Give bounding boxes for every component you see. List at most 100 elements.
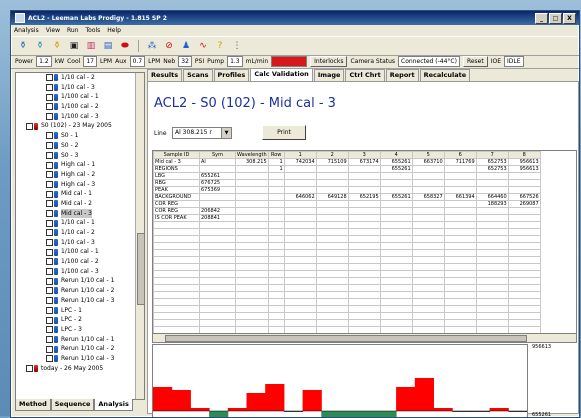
tree-item[interactable]: S0 (102) - 23 May 2005 [16, 121, 144, 131]
checkbox-icon[interactable] [46, 220, 53, 227]
tree-item[interactable]: High cal - 3 [16, 180, 144, 190]
table-row[interactable]: Mid cal - 3Al308.21517420347151096731746… [154, 159, 541, 166]
checkbox-icon[interactable] [26, 365, 33, 372]
column-header[interactable]: 8 [508, 152, 540, 159]
menu-analysis[interactable]: Analysis [14, 27, 39, 34]
checkbox-icon[interactable] [46, 268, 53, 275]
table-row[interactable]: RBG676725 [154, 180, 541, 187]
tree-item[interactable]: S0 - 1 [16, 131, 144, 141]
checkbox-icon[interactable] [46, 210, 53, 217]
checkbox-icon[interactable] [46, 113, 53, 120]
checkbox-icon[interactable] [46, 326, 53, 333]
tab-image[interactable]: Image [314, 69, 345, 81]
checkbox-icon[interactable] [26, 123, 33, 130]
checkbox-icon[interactable] [46, 229, 53, 236]
report-icon[interactable]: ▤ [102, 40, 114, 52]
spectrum-icon[interactable]: ⁂ [146, 40, 158, 52]
tree-item[interactable]: Rerun 1/10 cal - 1 [16, 335, 144, 345]
tree-item[interactable]: Mid cal - 3 [16, 209, 144, 219]
tab-profiles[interactable]: Profiles [214, 69, 250, 81]
minimize-button[interactable]: _ [535, 13, 548, 24]
tree-item[interactable]: Rerun 1/10 cal - 2 [16, 286, 144, 296]
grid-horizontal-scrollbar[interactable] [152, 333, 577, 343]
tree-item[interactable]: 1/10 cal - 3 [16, 238, 144, 248]
tree-item[interactable]: 1/100 cal - 1 [16, 92, 144, 102]
tree-item[interactable]: 1/10 cal - 1 [16, 218, 144, 228]
tab-calc-validation[interactable]: Calc Validation [250, 68, 313, 81]
tree-item[interactable]: today - 26 May 2005 [16, 364, 144, 374]
tree-item[interactable]: 1/100 cal - 1 [16, 247, 144, 257]
table-row[interactable]: COR REG206842 [154, 208, 541, 215]
tab-sequence[interactable]: Sequence [51, 399, 95, 411]
tab-report[interactable]: Report [386, 69, 419, 81]
checkbox-icon[interactable] [46, 152, 53, 159]
menu-view[interactable]: View [46, 27, 60, 34]
checkbox-icon[interactable] [46, 317, 53, 324]
checkbox-icon[interactable] [46, 287, 53, 294]
tree-item[interactable]: 1/100 cal - 2 [16, 257, 144, 267]
checkbox-icon[interactable] [46, 132, 53, 139]
checkbox-icon[interactable] [46, 142, 53, 149]
tree-item[interactable]: LPC - 1 [16, 306, 144, 316]
tab-analysis[interactable]: Analysis [94, 399, 132, 411]
column-header[interactable]: Row [268, 152, 284, 159]
tree-scroll-thumb[interactable] [137, 233, 145, 305]
table-row[interactable]: IS COR PEAK208841 [154, 215, 541, 222]
checkbox-icon[interactable] [46, 249, 53, 256]
cancel-icon[interactable]: ⊘ [163, 40, 175, 52]
checkbox-icon[interactable] [46, 181, 53, 188]
stop-icon[interactable]: ⬬ [119, 40, 131, 52]
tree-item[interactable]: Mid cal - 1 [16, 189, 144, 199]
reset-button[interactable]: Reset [463, 56, 488, 67]
checkbox-icon[interactable] [46, 336, 53, 343]
tree-item[interactable]: 1/100 cal - 3 [16, 267, 144, 277]
column-header[interactable]: 6 [444, 152, 476, 159]
tab-method[interactable]: Method [15, 399, 51, 411]
print-button[interactable]: Print [262, 125, 306, 140]
tree-item[interactable]: Rerun 1/10 cal - 1 [16, 276, 144, 286]
chevron-down-icon[interactable]: ▼ [221, 128, 231, 138]
column-header[interactable]: 1 [284, 152, 316, 159]
checkbox-icon[interactable] [46, 74, 53, 81]
tab-results[interactable]: Results [147, 69, 182, 81]
tab-recalculate[interactable]: Recalculate [420, 69, 471, 81]
tree-item[interactable]: 1/100 cal - 3 [16, 112, 144, 122]
settings-icon[interactable]: ⋮ [231, 40, 243, 52]
checkbox-icon[interactable] [46, 84, 53, 91]
tree-item[interactable]: High cal - 2 [16, 170, 144, 180]
column-header[interactable]: 5 [412, 152, 444, 159]
tab-scans[interactable]: Scans [183, 69, 212, 81]
table-row[interactable]: COR REG188293269087 [154, 201, 541, 208]
checkbox-icon[interactable] [46, 278, 53, 285]
column-header[interactable]: Sample ID [154, 152, 200, 159]
tree-item[interactable]: High cal - 1 [16, 160, 144, 170]
tab-ctrl-chrt[interactable]: Ctrl Chrt [345, 69, 384, 81]
column-header[interactable]: Sym [200, 152, 236, 159]
column-header[interactable]: 3 [348, 152, 380, 159]
menu-tools[interactable]: Tools [86, 27, 101, 34]
tree-item[interactable]: 1/10 cal - 3 [16, 83, 144, 93]
tree-item[interactable]: Rerun 1/10 cal - 3 [16, 354, 144, 364]
close-button[interactable]: X [563, 13, 576, 24]
table-row[interactable]: PEAK675369 [154, 187, 541, 194]
table-row[interactable]: BACKGROUND646062649128652195655261658327… [154, 194, 541, 201]
menu-run[interactable]: Run [67, 27, 79, 34]
tree-item[interactable]: 1/100 cal - 2 [16, 102, 144, 112]
checkbox-icon[interactable] [46, 346, 53, 353]
maximize-button[interactable]: □ [549, 13, 562, 24]
checkbox-icon[interactable] [46, 297, 53, 304]
checkbox-icon[interactable] [46, 171, 53, 178]
teal-vial-icon[interactable]: ⚱ [34, 40, 46, 52]
tree-item[interactable]: Mid cal - 2 [16, 199, 144, 209]
users-icon[interactable]: ♟ [180, 40, 192, 52]
tree-item[interactable]: LPC - 2 [16, 315, 144, 325]
tree-item[interactable]: Rerun 1/10 cal - 2 [16, 344, 144, 354]
checkbox-icon[interactable] [46, 94, 53, 101]
tree-item[interactable]: 1/10 cal - 2 [16, 228, 144, 238]
tree-item[interactable]: Rerun 1/10 cal - 3 [16, 296, 144, 306]
tree-item[interactable]: S0 - 2 [16, 141, 144, 151]
sample-tree[interactable]: 1/10 cal - 21/10 cal - 31/100 cal - 11/1… [15, 72, 145, 400]
checkbox-icon[interactable] [46, 191, 53, 198]
checkbox-icon[interactable] [46, 355, 53, 362]
tree-scrollbar[interactable] [135, 73, 144, 399]
